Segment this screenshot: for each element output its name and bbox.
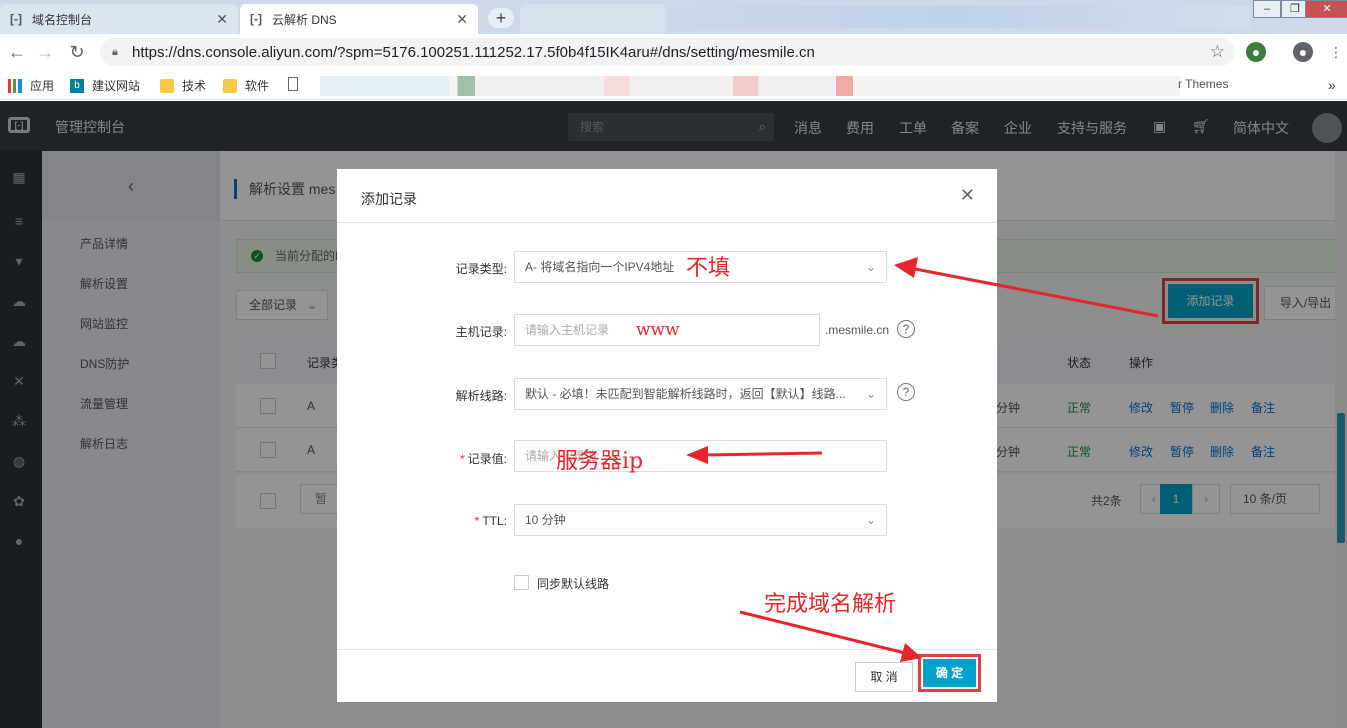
chevron-down-icon: ⌄ bbox=[861, 379, 876, 409]
line-label: 解析线路: bbox=[455, 389, 507, 403]
annotation-finish: 完成域名解析 bbox=[764, 592, 897, 617]
profile-icon[interactable]: ● bbox=[1293, 42, 1313, 62]
tab-domain-console[interactable]: [-] 域名控制台 ✕ bbox=[0, 4, 238, 34]
bookmark-label: 建议网站 bbox=[92, 79, 141, 93]
dialog-footer-divider bbox=[337, 649, 997, 650]
apps-grid-icon bbox=[8, 78, 22, 93]
dialog-header: 添加记录 ✕ bbox=[337, 169, 997, 223]
reload-icon[interactable]: ↻ bbox=[66, 41, 88, 63]
close-icon[interactable]: ✕ bbox=[960, 185, 975, 206]
record-value-label: * 记录值: bbox=[337, 450, 507, 467]
annotation-leave-blank: 不填 bbox=[686, 256, 731, 281]
line-select[interactable]: 默认 - 必填！未匹配到智能解析线路时，返回【默认】线路... ⌄ bbox=[514, 378, 887, 410]
domain-suffix: .mesmile.cn bbox=[825, 323, 890, 337]
ttl-label-text: TTL: bbox=[482, 514, 507, 528]
ok-button[interactable]: 确 定 bbox=[923, 659, 976, 687]
ttl-label: * TTL: bbox=[337, 514, 507, 528]
menu-icon[interactable]: ⋮ bbox=[1326, 42, 1346, 62]
record-type-label: 记录类型: bbox=[455, 262, 507, 276]
blurred-area bbox=[670, 6, 1250, 28]
add-record-dialog: 添加记录 ✕ 记录类型: A- 将域名指向一个IPV4地址 ⌄ 主机记录: 请输… bbox=[337, 169, 997, 702]
bookmarks-bar: 应用 b 建议网站 技术 软件 r Themes » bbox=[0, 70, 1347, 100]
bookmark-label: 技术 bbox=[182, 79, 207, 93]
folder-icon bbox=[160, 78, 174, 93]
tab-label: 域名控制台 bbox=[32, 12, 93, 27]
bing-icon: b bbox=[70, 78, 84, 93]
annotation-server-ip: 服务器ip bbox=[556, 449, 644, 474]
lock-icon: 🔒︎ bbox=[112, 46, 118, 58]
record-type-value: A- 将域名指向一个IPV4地址 bbox=[525, 260, 675, 274]
ttl-value: 10 分钟 bbox=[525, 513, 566, 527]
url-field[interactable]: 🔒︎ https://dns.console.aliyun.com/?spm=5… bbox=[100, 38, 1235, 66]
bookmark-page[interactable] bbox=[288, 77, 306, 91]
host-record-placeholder: 请输入主机记录 bbox=[525, 323, 610, 337]
bookmark-apps[interactable]: 应用 bbox=[8, 77, 54, 94]
tab-dns[interactable]: [-] 云解析 DNS ✕ bbox=[240, 4, 478, 34]
chevron-down-icon: ⌄ bbox=[865, 260, 876, 274]
aliyun-logo-icon: [-] bbox=[250, 12, 262, 26]
sync-default-line-checkbox[interactable] bbox=[514, 575, 529, 590]
new-tab-button[interactable]: + bbox=[488, 8, 514, 28]
dialog-title: 添加记录 bbox=[361, 191, 417, 207]
window-close-button[interactable]: ✕ bbox=[1305, 0, 1347, 18]
bookmark-folder-software[interactable]: 软件 bbox=[223, 77, 269, 94]
browser-tab-strip: [-] 域名控制台 ✕ [-] 云解析 DNS ✕ + – ❐ ✕ bbox=[0, 0, 1347, 34]
back-arrow-icon[interactable]: ← bbox=[6, 41, 28, 63]
annotation-www: www bbox=[636, 320, 680, 340]
minimize-button[interactable]: – bbox=[1253, 0, 1281, 18]
bookmark-star-icon[interactable]: ☆ bbox=[1210, 42, 1225, 62]
more-bookmarks-icon[interactable]: » bbox=[1328, 77, 1336, 93]
bookmark-folder-tech[interactable]: 技术 bbox=[160, 77, 206, 94]
required-mark: * bbox=[474, 514, 480, 528]
blurred-bookmarks bbox=[320, 76, 1180, 96]
address-bar-row: ← → ↻ 🔒︎ https://dns.console.aliyun.com/… bbox=[0, 34, 1347, 70]
ttl-select[interactable]: 10 分钟 ⌄ bbox=[514, 504, 887, 536]
ok-highlight: 确 定 bbox=[918, 654, 981, 692]
bookmark-label: 软件 bbox=[245, 79, 270, 93]
tab-label: 云解析 DNS bbox=[272, 12, 337, 27]
close-icon[interactable]: ✕ bbox=[456, 11, 468, 28]
help-icon[interactable]: ? bbox=[897, 383, 915, 401]
chevron-down-icon: ⌄ bbox=[865, 513, 876, 527]
record-value-label-text: 记录值: bbox=[467, 452, 507, 466]
aliyun-logo-icon: [-] bbox=[10, 12, 22, 26]
url-text: https://dns.console.aliyun.com/?spm=5176… bbox=[132, 43, 815, 61]
help-icon[interactable]: ? bbox=[897, 320, 915, 338]
extension-icon[interactable]: ● bbox=[1246, 42, 1266, 62]
cancel-button[interactable]: 取 消 bbox=[855, 662, 913, 692]
host-record-label: 主机记录: bbox=[455, 325, 507, 339]
line-value: 默认 - 必填！未匹配到智能解析线路时，返回【默认】线路... bbox=[525, 387, 846, 401]
required-mark: * bbox=[459, 452, 465, 466]
folder-icon bbox=[223, 78, 237, 93]
close-icon[interactable]: ✕ bbox=[216, 11, 228, 28]
sync-default-line-label: 同步默认线路 bbox=[537, 577, 610, 591]
bookmark-label: 应用 bbox=[30, 79, 55, 93]
tab-blurred[interactable] bbox=[520, 4, 666, 34]
bookmark-suggested-sites[interactable]: b 建议网站 bbox=[70, 77, 140, 94]
forward-arrow-icon[interactable]: → bbox=[34, 41, 56, 63]
bookmark-label: r Themes bbox=[1178, 77, 1229, 91]
bookmark-themes[interactable]: r Themes bbox=[1178, 77, 1228, 91]
page-icon bbox=[288, 77, 298, 91]
